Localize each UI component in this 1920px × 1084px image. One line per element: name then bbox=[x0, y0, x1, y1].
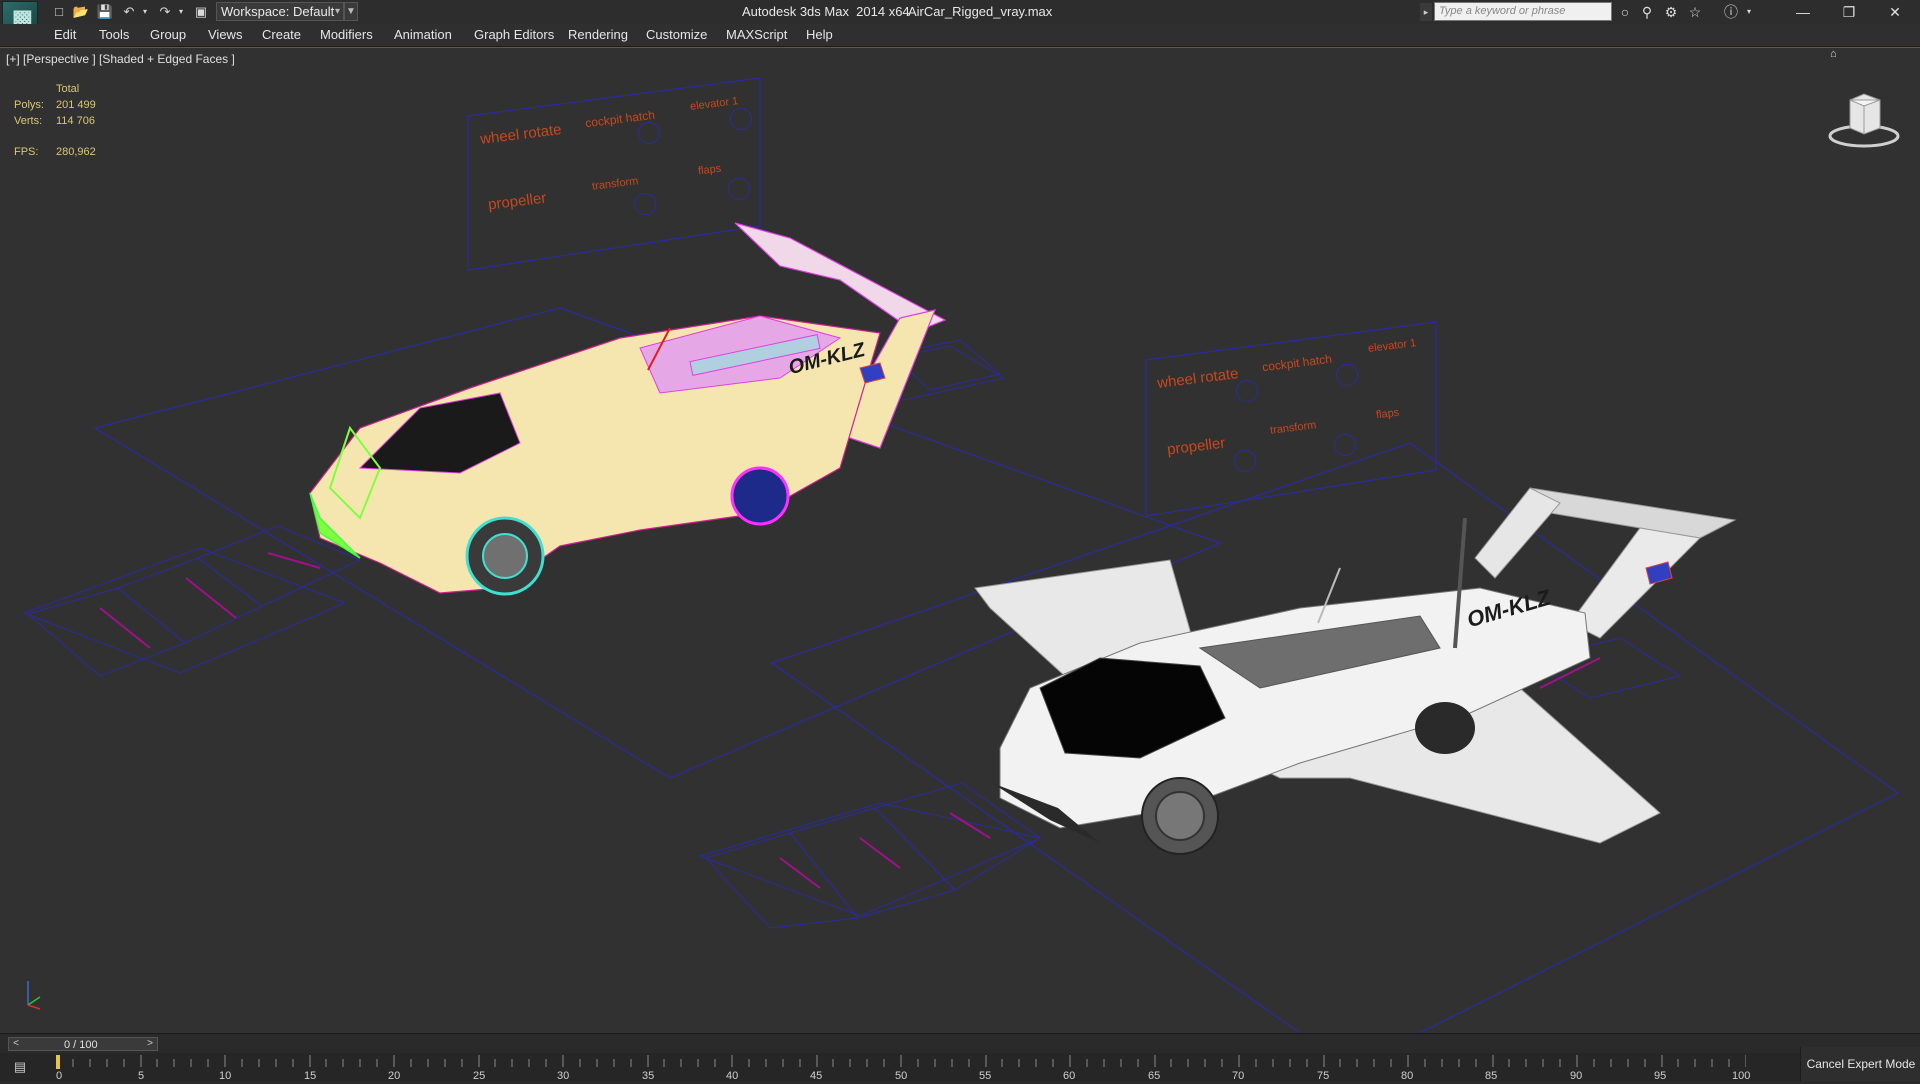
menu-rendering[interactable]: Rendering bbox=[568, 27, 628, 42]
menu-group[interactable]: Group bbox=[150, 27, 186, 42]
project-folder-icon[interactable]: ▣ bbox=[192, 3, 210, 21]
polys-value: 201 499 bbox=[56, 99, 96, 111]
file-name: AirCar_Rigged_vray.max bbox=[908, 4, 1053, 19]
help-dropdown-icon[interactable]: ▾ bbox=[1740, 3, 1758, 21]
tick-label: 20 bbox=[388, 1070, 401, 1082]
viewport-label[interactable]: [+] [Perspective ] [Shaded + Edged Faces… bbox=[6, 52, 235, 66]
subscription-key-icon[interactable]: ⚲ bbox=[1638, 3, 1656, 21]
tick-label: 75 bbox=[1317, 1070, 1330, 1082]
frame-ruler[interactable]: 0 5 10 15 20 25 30 35 40 45 50 55 60 65 … bbox=[55, 1053, 1750, 1082]
search-input[interactable]: Type a keyword or phrase bbox=[1434, 2, 1612, 21]
search-expand-icon[interactable]: ▸ bbox=[1420, 3, 1432, 21]
previous-frame-button[interactable]: < bbox=[9, 1038, 23, 1050]
time-slider[interactable]: < 0 / 100 > bbox=[8, 1037, 158, 1051]
maxscript-listener-icon[interactable]: ▤ bbox=[4, 1057, 36, 1077]
cockpit-hatch-knob-2[interactable] bbox=[1236, 380, 1258, 402]
tick-label: 25 bbox=[473, 1070, 486, 1082]
open-file-icon[interactable]: 📂 bbox=[72, 3, 90, 21]
save-icon[interactable]: 💾 bbox=[96, 3, 114, 21]
tick-label: 50 bbox=[895, 1070, 908, 1082]
home-icon[interactable]: ⌂ bbox=[1830, 48, 1837, 60]
menu-edit[interactable]: Edit bbox=[54, 27, 76, 42]
tick-label: 5 bbox=[138, 1070, 145, 1082]
tick-label: 45 bbox=[810, 1070, 823, 1082]
tick-label: 65 bbox=[1148, 1070, 1161, 1082]
menu-tools[interactable]: Tools bbox=[99, 27, 129, 42]
viewcube-icon bbox=[1828, 93, 1900, 148]
perspective-viewport[interactable]: [+] [Perspective ] [Shaded + Edged Faces… bbox=[0, 47, 1920, 1034]
app-title: Autodesk 3ds Max 2014 x64 bbox=[742, 4, 910, 19]
wireframe-aircar bbox=[309, 222, 947, 596]
verts-label: Verts: bbox=[14, 115, 43, 127]
restore-button[interactable]: ❐ bbox=[1826, 0, 1872, 24]
undo-dropdown-icon[interactable]: ▾ bbox=[136, 3, 154, 21]
flaps-knob-2[interactable] bbox=[1334, 434, 1356, 456]
verts-value: 114 706 bbox=[56, 115, 95, 127]
workspace-dropdown[interactable]: Workspace: Default ▾ bbox=[216, 2, 344, 21]
new-file-icon[interactable]: □ bbox=[50, 3, 68, 21]
transform-knob[interactable] bbox=[634, 193, 656, 215]
title-bar: ▩ □ 📂 💾 ↶ ▾ ↷ ▾ ▣ Workspace: Default ▾ ▼… bbox=[0, 0, 1920, 35]
tick-label: 30 bbox=[557, 1070, 570, 1082]
menu-create[interactable]: Create bbox=[262, 27, 301, 42]
redo-dropdown-icon[interactable]: ▾ bbox=[172, 3, 190, 21]
polys-label: Polys: bbox=[14, 99, 44, 111]
communication-center-icon[interactable]: ⚙ bbox=[1662, 3, 1680, 21]
time-cursor bbox=[56, 1055, 60, 1069]
binoculars-icon[interactable]: ○ bbox=[1616, 3, 1634, 21]
tick-label: 55 bbox=[979, 1070, 992, 1082]
tick-label: 40 bbox=[726, 1070, 739, 1082]
tick-label: 100 bbox=[1732, 1070, 1751, 1082]
menu-customize[interactable]: Customize bbox=[646, 27, 707, 42]
elevator-knob[interactable] bbox=[730, 108, 752, 130]
tick-label: 90 bbox=[1570, 1070, 1583, 1082]
chevron-down-icon: ▾ bbox=[334, 6, 340, 17]
frame-counter: 0 / 100 bbox=[64, 1039, 98, 1051]
viewcube[interactable] bbox=[1824, 78, 1904, 158]
close-button[interactable]: ✕ bbox=[1872, 0, 1918, 24]
viewport-scene bbox=[22, 77, 1900, 1034]
stats-header: Total bbox=[56, 83, 80, 95]
next-frame-button[interactable]: > bbox=[143, 1038, 157, 1050]
cancel-expert-mode-button[interactable]: Cancel Expert Mode bbox=[1800, 1047, 1920, 1081]
timeline: < 0 / 100 > ▤ 0 5 10 15 20 25 30 35 40 4… bbox=[0, 1033, 1920, 1082]
menu-views[interactable]: Views bbox=[208, 27, 242, 42]
rendered-aircar bbox=[974, 487, 1737, 855]
tick-label: 15 bbox=[304, 1070, 317, 1082]
cockpit-hatch-knob[interactable] bbox=[638, 122, 660, 144]
menu-bar: Edit Tools Group Views Create Modifiers … bbox=[0, 24, 1920, 47]
tick-label: 35 bbox=[642, 1070, 655, 1082]
elevator-knob-2[interactable] bbox=[1336, 364, 1358, 386]
minimize-button[interactable]: — bbox=[1780, 0, 1826, 24]
tick-label: 70 bbox=[1232, 1070, 1245, 1082]
flaps-knob[interactable] bbox=[728, 178, 750, 200]
menu-maxscript[interactable]: MAXScript bbox=[726, 27, 787, 42]
menu-modifiers[interactable]: Modifiers bbox=[320, 27, 373, 42]
help-icon[interactable]: ⓘ bbox=[1722, 3, 1740, 21]
quick-access-dropdown[interactable]: ▼ bbox=[344, 2, 358, 21]
tick-label: 0 bbox=[56, 1070, 63, 1082]
tick-label: 95 bbox=[1654, 1070, 1667, 1082]
axis-tripod-icon bbox=[27, 981, 41, 1010]
transform-knob-2[interactable] bbox=[1234, 450, 1256, 472]
menu-help[interactable]: Help bbox=[806, 27, 833, 42]
fps-value: 280,962 bbox=[56, 146, 96, 158]
tick-label: 80 bbox=[1401, 1070, 1414, 1082]
fps-label: FPS: bbox=[14, 146, 39, 158]
tick-label: 60 bbox=[1063, 1070, 1076, 1082]
tick-label: 10 bbox=[219, 1070, 232, 1082]
workspace-label: Workspace: Default bbox=[221, 4, 335, 19]
menu-graph-editors[interactable]: Graph Editors bbox=[474, 27, 554, 42]
tick-label: 85 bbox=[1485, 1070, 1498, 1082]
menu-animation[interactable]: Animation bbox=[394, 27, 452, 42]
favorites-star-icon[interactable]: ☆ bbox=[1686, 3, 1704, 21]
